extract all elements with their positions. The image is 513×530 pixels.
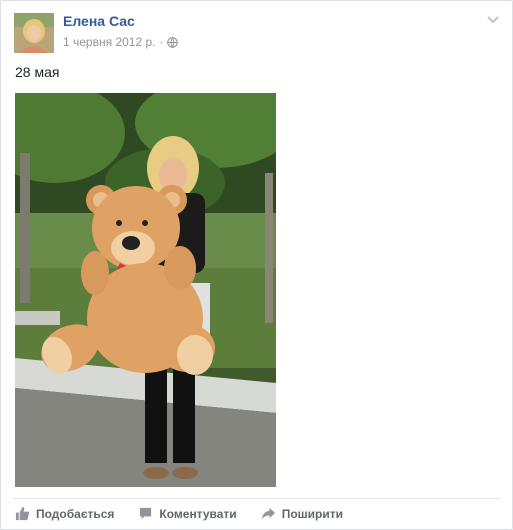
share-label: Поширити — [281, 506, 343, 521]
post-date[interactable]: 1 червня 2012 р. — [63, 35, 155, 49]
comment-label: Коментувати — [159, 506, 237, 521]
comment-button[interactable]: Коментувати — [138, 506, 237, 521]
actions-divider — [13, 498, 500, 499]
like-label: Подобається — [36, 506, 115, 521]
thumbs-up-icon — [15, 506, 30, 521]
post-card: Елена Сас 1 червня 2012 р. · 28 мая Подо… — [0, 0, 513, 530]
globe-icon[interactable] — [167, 36, 179, 48]
share-button[interactable]: Поширити — [261, 506, 343, 521]
post-actions: Подобається Коментувати Поширити — [15, 506, 367, 521]
post-meta: 1 червня 2012 р. · — [63, 35, 179, 49]
author-name[interactable]: Елена Сас — [63, 13, 135, 29]
like-button[interactable]: Подобається — [15, 506, 114, 521]
meta-separator: · — [159, 35, 164, 49]
comment-icon — [140, 507, 152, 520]
chevron-down-icon[interactable] — [486, 13, 500, 27]
post-text: 28 мая — [15, 64, 60, 80]
share-arrow-icon — [261, 507, 275, 520]
avatar[interactable] — [14, 13, 54, 53]
post-photo[interactable] — [15, 93, 276, 487]
